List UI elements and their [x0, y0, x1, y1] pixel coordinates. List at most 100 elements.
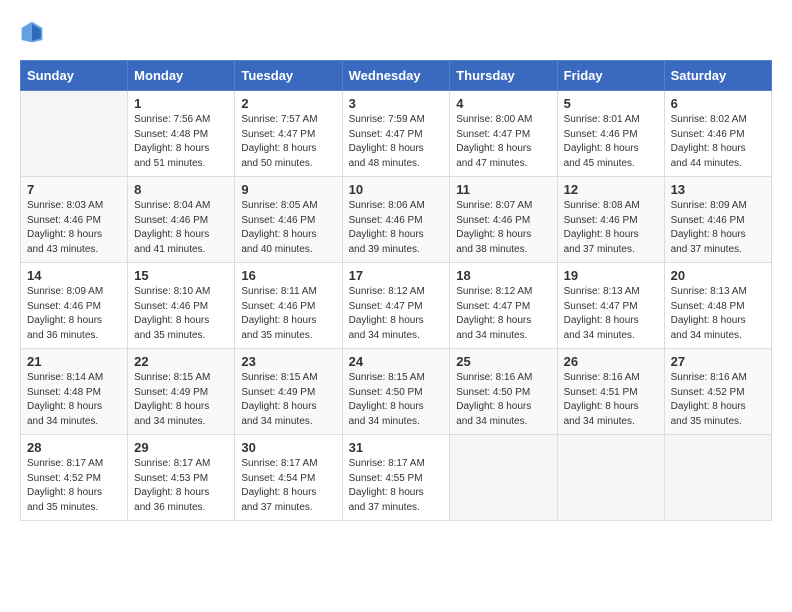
day-number: 7 — [27, 182, 121, 197]
calendar-cell: 7 Sunrise: 8:03 AMSunset: 4:46 PMDaylight… — [21, 177, 128, 263]
cell-info: Sunrise: 8:00 AMSunset: 4:47 PMDaylight:… — [456, 113, 550, 171]
day-number: 23 — [241, 354, 335, 369]
cell-info: Sunrise: 8:15 AMSunset: 4:49 PMDaylight:… — [241, 371, 335, 429]
cell-info: Sunrise: 8:09 AMSunset: 4:46 PMDaylight:… — [27, 285, 121, 343]
cell-info: Sunrise: 8:12 AMSunset: 4:47 PMDaylight:… — [349, 285, 444, 343]
calendar-week-1: 1 Sunrise: 7:56 AMSunset: 4:48 PMDaylight… — [21, 91, 772, 177]
weekday-header-tuesday: Tuesday — [235, 61, 342, 91]
day-number: 2 — [241, 96, 335, 111]
cell-info: Sunrise: 8:09 AMSunset: 4:46 PMDaylight:… — [671, 199, 765, 257]
day-number: 10 — [349, 182, 444, 197]
cell-info: Sunrise: 8:16 AMSunset: 4:50 PMDaylight:… — [456, 371, 550, 429]
calendar-cell: 14 Sunrise: 8:09 AMSunset: 4:46 PMDayligh… — [21, 263, 128, 349]
day-number: 18 — [456, 268, 550, 283]
day-number: 4 — [456, 96, 550, 111]
calendar-cell: 26 Sunrise: 8:16 AMSunset: 4:51 PMDayligh… — [557, 349, 664, 435]
cell-info: Sunrise: 8:11 AMSunset: 4:46 PMDaylight:… — [241, 285, 335, 343]
cell-info: Sunrise: 8:04 AMSunset: 4:46 PMDaylight:… — [134, 199, 228, 257]
day-number: 22 — [134, 354, 228, 369]
calendar-cell: 17 Sunrise: 8:12 AMSunset: 4:47 PMDayligh… — [342, 263, 450, 349]
calendar-cell: 16 Sunrise: 8:11 AMSunset: 4:46 PMDayligh… — [235, 263, 342, 349]
calendar-cell: 10 Sunrise: 8:06 AMSunset: 4:46 PMDayligh… — [342, 177, 450, 263]
cell-info: Sunrise: 8:03 AMSunset: 4:46 PMDaylight:… — [27, 199, 121, 257]
cell-info: Sunrise: 8:17 AMSunset: 4:54 PMDaylight:… — [241, 457, 335, 515]
day-number: 29 — [134, 440, 228, 455]
calendar-cell: 24 Sunrise: 8:15 AMSunset: 4:50 PMDayligh… — [342, 349, 450, 435]
calendar-cell: 6 Sunrise: 8:02 AMSunset: 4:46 PMDaylight… — [664, 91, 771, 177]
calendar-cell: 9 Sunrise: 8:05 AMSunset: 4:46 PMDaylight… — [235, 177, 342, 263]
cell-info: Sunrise: 8:15 AMSunset: 4:49 PMDaylight:… — [134, 371, 228, 429]
day-number: 5 — [564, 96, 658, 111]
calendar-cell: 13 Sunrise: 8:09 AMSunset: 4:46 PMDayligh… — [664, 177, 771, 263]
cell-info: Sunrise: 8:06 AMSunset: 4:46 PMDaylight:… — [349, 199, 444, 257]
cell-info: Sunrise: 7:56 AMSunset: 4:48 PMDaylight:… — [134, 113, 228, 171]
cell-info: Sunrise: 8:13 AMSunset: 4:48 PMDaylight:… — [671, 285, 765, 343]
day-number: 13 — [671, 182, 765, 197]
day-number: 25 — [456, 354, 550, 369]
cell-info: Sunrise: 8:10 AMSunset: 4:46 PMDaylight:… — [134, 285, 228, 343]
day-number: 15 — [134, 268, 228, 283]
page-header — [20, 20, 772, 44]
calendar-week-5: 28Sunrise: 8:17 AMSunset: 4:52 PMDayligh… — [21, 435, 772, 521]
day-number: 3 — [349, 96, 444, 111]
day-number: 30 — [241, 440, 335, 455]
calendar-cell: 5 Sunrise: 8:01 AMSunset: 4:46 PMDaylight… — [557, 91, 664, 177]
calendar-cell: 27 Sunrise: 8:16 AMSunset: 4:52 PMDayligh… — [664, 349, 771, 435]
calendar-cell — [557, 435, 664, 521]
calendar-body: 1 Sunrise: 7:56 AMSunset: 4:48 PMDaylight… — [21, 91, 772, 521]
day-number: 19 — [564, 268, 658, 283]
day-number: 1 — [134, 96, 228, 111]
day-number: 28 — [27, 440, 121, 455]
cell-info: Sunrise: 8:13 AMSunset: 4:47 PMDaylight:… — [564, 285, 658, 343]
weekday-header-friday: Friday — [557, 61, 664, 91]
cell-info: Sunrise: 7:59 AMSunset: 4:47 PMDaylight:… — [349, 113, 444, 171]
calendar-header: SundayMondayTuesdayWednesdayThursdayFrid… — [21, 61, 772, 91]
day-number: 12 — [564, 182, 658, 197]
day-number: 6 — [671, 96, 765, 111]
calendar-cell — [664, 435, 771, 521]
weekday-header-monday: Monday — [128, 61, 235, 91]
day-number: 26 — [564, 354, 658, 369]
calendar-cell: 11 Sunrise: 8:07 AMSunset: 4:46 PMDayligh… — [450, 177, 557, 263]
cell-info: Sunrise: 8:05 AMSunset: 4:46 PMDaylight:… — [241, 199, 335, 257]
calendar-cell: 4 Sunrise: 8:00 AMSunset: 4:47 PMDaylight… — [450, 91, 557, 177]
logo — [20, 20, 48, 44]
calendar-cell: 8Sunrise: 8:04 AMSunset: 4:46 PMDaylight… — [128, 177, 235, 263]
calendar-week-4: 21 Sunrise: 8:14 AMSunset: 4:48 PMDayligh… — [21, 349, 772, 435]
calendar-cell: 20 Sunrise: 8:13 AMSunset: 4:48 PMDayligh… — [664, 263, 771, 349]
day-number: 17 — [349, 268, 444, 283]
calendar-cell: 30 Sunrise: 8:17 AMSunset: 4:54 PMDayligh… — [235, 435, 342, 521]
cell-info: Sunrise: 8:07 AMSunset: 4:46 PMDaylight:… — [456, 199, 550, 257]
cell-info: Sunrise: 8:16 AMSunset: 4:52 PMDaylight:… — [671, 371, 765, 429]
cell-info: Sunrise: 8:16 AMSunset: 4:51 PMDaylight:… — [564, 371, 658, 429]
cell-info: Sunrise: 8:12 AMSunset: 4:47 PMDaylight:… — [456, 285, 550, 343]
calendar-cell: 12 Sunrise: 8:08 AMSunset: 4:46 PMDayligh… — [557, 177, 664, 263]
cell-info: Sunrise: 8:17 AMSunset: 4:53 PMDaylight:… — [134, 457, 228, 515]
calendar-cell: 18 Sunrise: 8:12 AMSunset: 4:47 PMDayligh… — [450, 263, 557, 349]
day-number: 24 — [349, 354, 444, 369]
calendar-cell: 2Sunrise: 7:57 AMSunset: 4:47 PMDaylight… — [235, 91, 342, 177]
calendar-table: SundayMondayTuesdayWednesdayThursdayFrid… — [20, 60, 772, 521]
day-number: 16 — [241, 268, 335, 283]
weekday-header-wednesday: Wednesday — [342, 61, 450, 91]
cell-info: Sunrise: 8:01 AMSunset: 4:46 PMDaylight:… — [564, 113, 658, 171]
cell-info: Sunrise: 8:02 AMSunset: 4:46 PMDaylight:… — [671, 113, 765, 171]
calendar-cell: 22 Sunrise: 8:15 AMSunset: 4:49 PMDayligh… — [128, 349, 235, 435]
cell-info: Sunrise: 8:15 AMSunset: 4:50 PMDaylight:… — [349, 371, 444, 429]
weekday-header-thursday: Thursday — [450, 61, 557, 91]
day-number: 27 — [671, 354, 765, 369]
day-number: 14 — [27, 268, 121, 283]
logo-icon — [20, 20, 44, 44]
day-number: 11 — [456, 182, 550, 197]
calendar-cell: 21 Sunrise: 8:14 AMSunset: 4:48 PMDayligh… — [21, 349, 128, 435]
day-number: 31 — [349, 440, 444, 455]
day-number: 20 — [671, 268, 765, 283]
calendar-cell: 25 Sunrise: 8:16 AMSunset: 4:50 PMDayligh… — [450, 349, 557, 435]
weekday-header-sunday: Sunday — [21, 61, 128, 91]
calendar-cell: 29 Sunrise: 8:17 AMSunset: 4:53 PMDayligh… — [128, 435, 235, 521]
cell-info: Sunrise: 8:08 AMSunset: 4:46 PMDaylight:… — [564, 199, 658, 257]
calendar-week-2: 7 Sunrise: 8:03 AMSunset: 4:46 PMDaylight… — [21, 177, 772, 263]
cell-info: Sunrise: 8:14 AMSunset: 4:48 PMDaylight:… — [27, 371, 121, 429]
day-number: 9 — [241, 182, 335, 197]
day-number: 21 — [27, 354, 121, 369]
